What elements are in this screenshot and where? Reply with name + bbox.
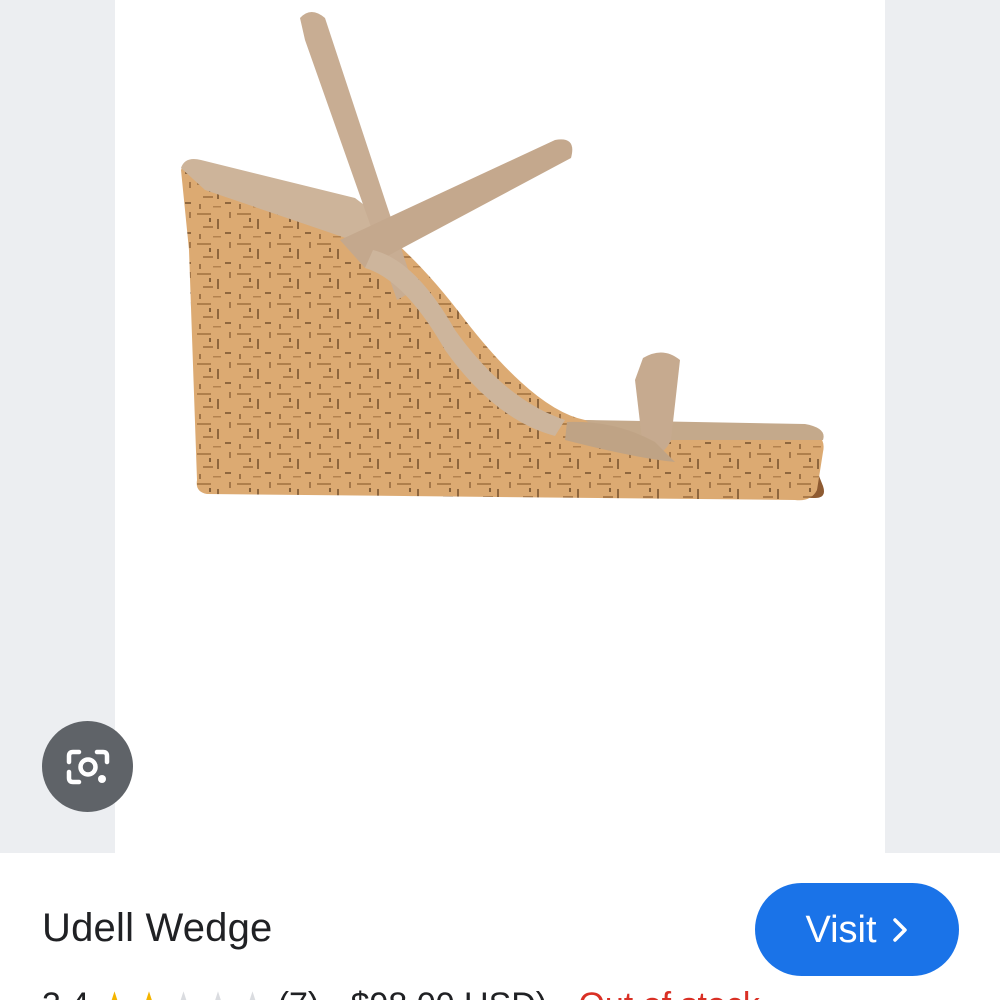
visit-button-label: Visit [805, 908, 877, 951]
visit-button[interactable]: Visit [755, 883, 959, 976]
image-backdrop [0, 0, 1000, 853]
product-image-frame[interactable] [115, 0, 885, 853]
product-info-panel: Udell Wedge Visit 3.4 ★ ★ ★ ★ ★ (7) · $9… [0, 853, 1000, 1000]
star-icon: ★ [168, 988, 198, 1000]
google-lens-button[interactable] [42, 721, 133, 812]
separator: · [557, 986, 568, 1000]
separator: · [329, 986, 340, 1000]
product-meta-row: 3.4 ★ ★ ★ ★ ★ (7) · $98.00 USD) · Out of… [42, 985, 760, 1000]
product-title[interactable]: Udell Wedge [42, 904, 272, 952]
review-count: (7) [278, 986, 320, 1000]
star-icon: ★ [99, 988, 129, 1000]
star-icon: ★ [237, 988, 267, 1000]
star-icon: ★ [203, 988, 233, 1000]
chevron-right-icon [892, 917, 907, 942]
rating-value: 3.4 [42, 986, 89, 1000]
product-viewer: Udell Wedge Visit 3.4 ★ ★ ★ ★ ★ (7) · $9… [0, 0, 1000, 1000]
star-icon: ★ [134, 988, 164, 1000]
price: $98.00 USD) [351, 986, 548, 1000]
google-lens-icon [66, 749, 109, 784]
product-image [181, 12, 824, 501]
rating-stars: ★ ★ ★ ★ ★ [99, 988, 267, 1000]
stock-status: Out of stock [578, 986, 759, 1000]
